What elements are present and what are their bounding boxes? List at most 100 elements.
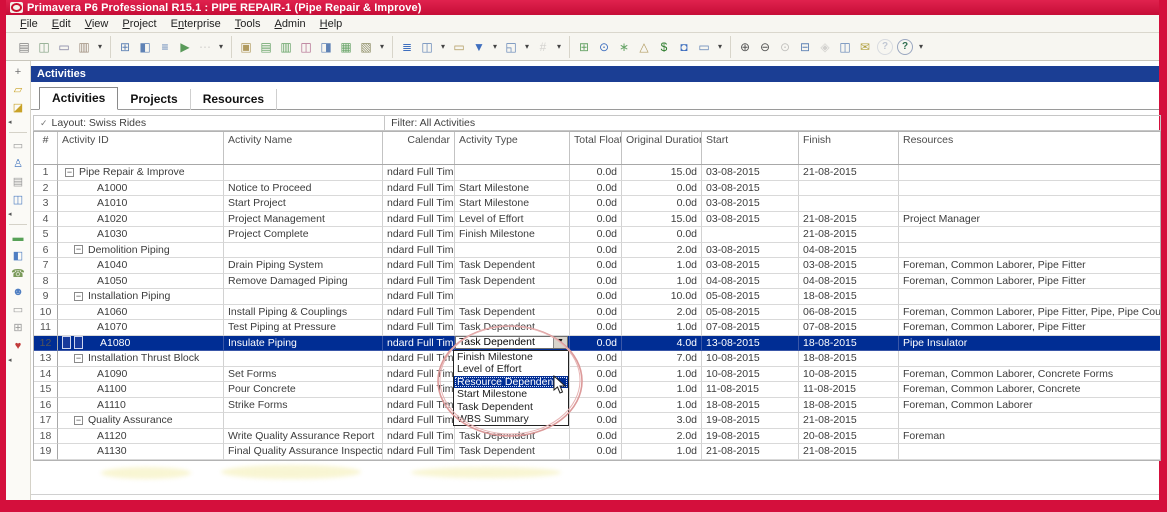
notebook-icon[interactable]: ▤ bbox=[10, 175, 26, 190]
roles-directory-icon[interactable]: ☎ bbox=[10, 267, 26, 282]
cell-name[interactable]: Test Piping at Pressure bbox=[224, 320, 383, 336]
cell-start[interactable]: 03-08-2015 bbox=[702, 243, 799, 259]
cell-calendar[interactable]: ndard Full Time bbox=[383, 243, 455, 259]
cell-duration[interactable]: 3.0d bbox=[622, 413, 702, 429]
cell-resources[interactable] bbox=[899, 227, 1160, 243]
notes-icon[interactable]: ✉ bbox=[855, 37, 875, 57]
cell-name[interactable]: Insulate Piping bbox=[224, 336, 383, 352]
activity-type-combobox[interactable]: Task Dependent▼ bbox=[455, 336, 568, 350]
print-more-icon[interactable]: ▾ bbox=[94, 37, 106, 57]
cell-resources[interactable]: Foreman, Common Laborer, Pipe Fitter bbox=[899, 258, 1160, 274]
tab-projects[interactable]: Projects bbox=[118, 89, 190, 110]
cell-id[interactable]: A1030 bbox=[58, 227, 224, 243]
cell-num[interactable]: 13 bbox=[34, 351, 58, 367]
cell-id[interactable]: A1130 bbox=[58, 444, 224, 460]
usage-spreadsheet-icon[interactable]: ⊞ bbox=[574, 37, 594, 57]
cell-num[interactable]: 7 bbox=[34, 258, 58, 274]
cell-start[interactable]: 11-08-2015 bbox=[702, 382, 799, 398]
columns-caret-icon[interactable]: ▾ bbox=[437, 37, 449, 57]
cell-num[interactable]: 12 bbox=[34, 336, 58, 352]
cell-id[interactable]: −Installation Thrust Block bbox=[58, 351, 224, 367]
assignments-icon[interactable]: ☻ bbox=[10, 285, 26, 300]
cell-duration[interactable]: 15.0d bbox=[622, 165, 702, 181]
level-resources-icon[interactable]: △ bbox=[634, 37, 654, 57]
column-header-type[interactable]: Activity Type bbox=[455, 132, 570, 164]
print-icon[interactable]: ▤ bbox=[14, 37, 34, 57]
blank-page-icon[interactable]: ▭ bbox=[10, 139, 26, 154]
cell-id[interactable]: A1060 bbox=[58, 305, 224, 321]
cell-start[interactable]: 13-08-2015 bbox=[702, 336, 799, 352]
column-header-duration[interactable]: Original Duration bbox=[622, 132, 702, 164]
documents-icon[interactable]: ▭ bbox=[10, 303, 26, 318]
cell-float[interactable]: 0.0d bbox=[570, 336, 622, 352]
cell-id[interactable]: A1090 bbox=[58, 367, 224, 383]
dropdown-option[interactable]: WBS Summary bbox=[454, 413, 568, 425]
cell-calendar[interactable]: ndard Full Time bbox=[383, 444, 455, 460]
cell-id[interactable]: A1100 bbox=[58, 382, 224, 398]
table-row[interactable]: 18A1120Write Quality Assurance Reportnda… bbox=[34, 429, 1160, 445]
cell-float[interactable]: 0.0d bbox=[570, 258, 622, 274]
directory-more-icon[interactable]: ▾ bbox=[376, 37, 388, 57]
cell-calendar[interactable]: ndard Full Time bbox=[383, 367, 455, 383]
cell-duration[interactable]: 1.0d bbox=[622, 258, 702, 274]
cell-finish[interactable]: 18-08-2015 bbox=[799, 289, 899, 305]
cell-type[interactable]: Task Dependent bbox=[455, 274, 570, 290]
cell-resources[interactable]: Project Manager bbox=[899, 212, 1160, 228]
vertical-split-icon[interactable]: ◫ bbox=[835, 37, 855, 57]
cell-float[interactable]: 0.0d bbox=[570, 367, 622, 383]
filters-caret-icon[interactable]: ▾ bbox=[489, 37, 501, 57]
table-row[interactable]: 7A1040Drain Piping Systemndard Full Time… bbox=[34, 258, 1160, 274]
cell-resources[interactable] bbox=[899, 289, 1160, 305]
cell-name[interactable] bbox=[224, 289, 383, 305]
layout-more-icon[interactable]: ▾ bbox=[553, 37, 565, 57]
cell-finish[interactable]: 10-08-2015 bbox=[799, 367, 899, 383]
table-row[interactable]: 3A1010Start Projectndard Full TimeStart … bbox=[34, 196, 1160, 212]
sidebar-collapse-icon[interactable]: ◂ bbox=[8, 211, 12, 219]
tools-more-icon[interactable]: ▾ bbox=[714, 37, 726, 57]
layout-options-bar[interactable]: ✓ Layout: Swiss Rides Filter: All Activi… bbox=[33, 115, 1161, 131]
view-more-icon[interactable]: ▾ bbox=[215, 37, 227, 57]
table-row[interactable]: 2A1000Notice to Proceedndard Full TimeSt… bbox=[34, 181, 1160, 197]
menu-admin[interactable]: Admin bbox=[268, 17, 311, 31]
menu-edit[interactable]: Edit bbox=[46, 17, 77, 31]
cell-float[interactable]: 0.0d bbox=[570, 413, 622, 429]
table-row[interactable]: 8A1050Remove Damaged Pipingndard Full Ti… bbox=[34, 274, 1160, 290]
cell-finish[interactable] bbox=[799, 196, 899, 212]
cell-calendar[interactable]: ndard Full Time bbox=[383, 305, 455, 321]
cell-float[interactable]: 0.0d bbox=[570, 444, 622, 460]
cell-finish[interactable]: 18-08-2015 bbox=[799, 351, 899, 367]
table-row[interactable]: 19A1130Final Quality Assurance Inspectio… bbox=[34, 444, 1160, 460]
cell-num[interactable]: 18 bbox=[34, 429, 58, 445]
menu-tools[interactable]: Tools bbox=[229, 17, 267, 31]
cell-calendar[interactable]: ndard Full Time bbox=[383, 212, 455, 228]
cell-finish[interactable]: 03-08-2015 bbox=[799, 258, 899, 274]
cell-name[interactable]: Install Piping & Couplings bbox=[224, 305, 383, 321]
cell-finish[interactable]: 07-08-2015 bbox=[799, 320, 899, 336]
cell-duration[interactable]: 1.0d bbox=[622, 274, 702, 290]
column-header-resources[interactable]: Resources bbox=[899, 132, 1160, 164]
cell-num[interactable]: 3 bbox=[34, 196, 58, 212]
dropdown-option[interactable]: Resource Dependent bbox=[454, 376, 568, 388]
column-header-id[interactable]: Activity ID bbox=[58, 132, 224, 164]
cell-resources[interactable]: Foreman, Common Laborer, Pipe Fitter bbox=[899, 320, 1160, 336]
calculator-icon[interactable]: ⊞ bbox=[10, 321, 26, 336]
cell-finish[interactable]: 20-08-2015 bbox=[799, 429, 899, 445]
currency-icon[interactable]: $ bbox=[654, 37, 674, 57]
cell-type[interactable]: Task Dependent bbox=[455, 258, 570, 274]
cell-finish[interactable]: 04-08-2015 bbox=[799, 274, 899, 290]
cell-duration[interactable]: 0.0d bbox=[622, 196, 702, 212]
table-row[interactable]: 11A1070Test Piping at Pressurendard Full… bbox=[34, 320, 1160, 336]
page-setup-icon[interactable]: ▭ bbox=[54, 37, 74, 57]
cell-name[interactable]: Set Forms bbox=[224, 367, 383, 383]
cell-num[interactable]: 4 bbox=[34, 212, 58, 228]
help-more-icon[interactable]: ▾ bbox=[915, 37, 927, 57]
table-row[interactable]: 14A1090Set Formsndard Full Time0.0d1.0d1… bbox=[34, 367, 1160, 383]
cell-resources[interactable]: Foreman, Common Laborer, Pipe Fitter bbox=[899, 274, 1160, 290]
cell-id[interactable]: A1110 bbox=[58, 398, 224, 414]
tracking-icon[interactable]: ◨ bbox=[316, 37, 336, 57]
cell-float[interactable]: 0.0d bbox=[570, 305, 622, 321]
cell-name[interactable] bbox=[224, 243, 383, 259]
column-header-name[interactable]: Activity Name bbox=[224, 132, 383, 164]
cell-resources[interactable] bbox=[899, 444, 1160, 460]
cell-id[interactable]: −Quality Assurance bbox=[58, 413, 224, 429]
